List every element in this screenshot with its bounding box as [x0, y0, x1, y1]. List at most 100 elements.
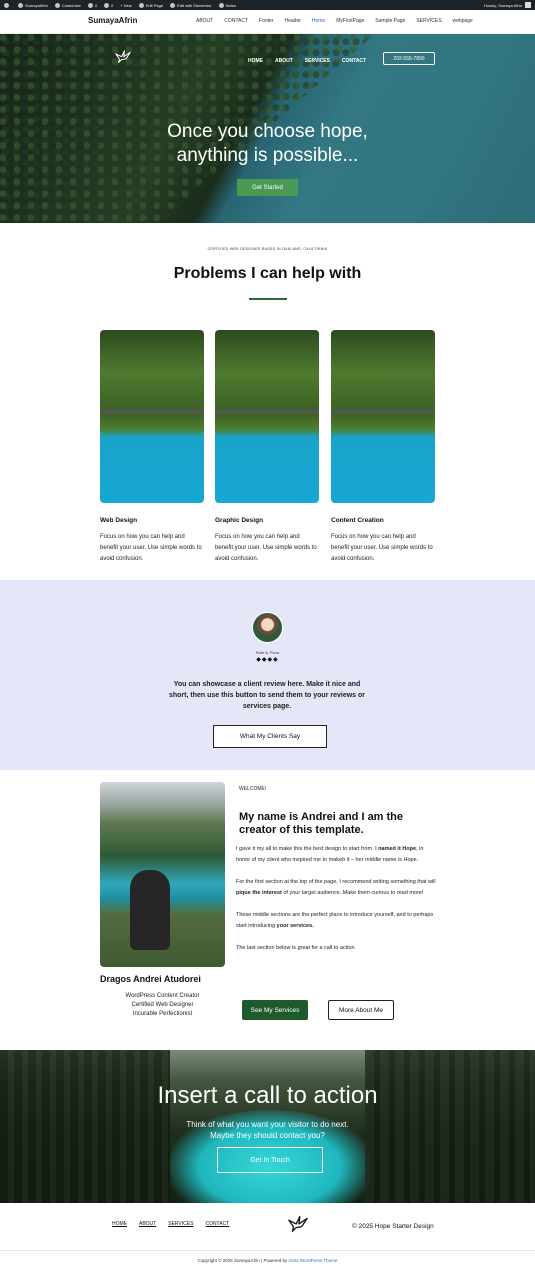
phone-button[interactable]: 202-555-7890 [383, 52, 435, 65]
rating-diamonds: ◆◆◆◆ [256, 657, 279, 663]
cta-title: Insert a call to action [157, 1082, 378, 1109]
admin-updates-count: 0 [94, 2, 98, 8]
avatar [525, 2, 531, 8]
aerial-forest-image [100, 330, 204, 503]
service-card-content-creation: Content Creation Focus on how you can he… [331, 330, 435, 565]
author-name: Dragos Andrei Atudorei [100, 974, 201, 984]
admin-bar: SumayaAfrin Customize 0 0 + New Edit Pag… [0, 0, 535, 10]
footer-link-contact[interactable]: CONTACT [205, 1221, 229, 1227]
what-my-clients-say-button[interactable]: What My Clients Say [213, 725, 327, 748]
admin-site-name[interactable]: SumayaAfrin [18, 2, 48, 8]
service-card-web-design: Web Design Focus on how you can help and… [100, 330, 204, 565]
site-title[interactable]: SumayaAfrin [88, 16, 137, 25]
welcome-label: WELCOME! [239, 786, 267, 792]
admin-edit-label: Edit Page [145, 2, 164, 8]
more-about-me-button[interactable]: More About Me [328, 1000, 394, 1020]
hero-nav-contact[interactable]: CONTACT [342, 58, 366, 64]
client-avatar [252, 612, 283, 643]
pencil-icon [138, 2, 144, 8]
role-1: WordPress Content Creator [125, 993, 200, 999]
hero-nav: HOME ABOUT SERVICES CONTACT [248, 58, 378, 64]
bottom-bar: Copyright © 2025 SumayaAfrin | Powered b… [0, 1258, 535, 1263]
site-footer: HOME ABOUT SERVICES CONTACT © 2025 Hope … [0, 1203, 535, 1251]
menu-item-webpage[interactable]: webpage [453, 18, 473, 24]
menu-item-header[interactable]: Header [284, 18, 300, 24]
site-header: SumayaAfrin ABOUT CONTACT Footer Header … [0, 10, 535, 34]
primary-menu: ABOUT CONTACT Footer Header Home MyFirst… [196, 18, 484, 24]
menu-item-myfirstpage[interactable]: MyFirstPage [336, 18, 364, 24]
comment-icon [104, 2, 110, 8]
admin-customize-label: Customize [61, 2, 81, 8]
notes-icon [218, 2, 224, 8]
about-heading: My name is Andrei and I am the creator o… [239, 811, 404, 836]
footer-link-about[interactable]: ABOUT [139, 1221, 156, 1227]
hero-title: Once you choose hope, anything is possib… [0, 120, 535, 168]
card-label: Content Creation [331, 517, 384, 524]
about-paragraph-2: For the first section at the top of the … [236, 879, 436, 896]
about-paragraph-3: These middle sections are the perfect pl… [236, 912, 434, 929]
card-description: Focus on how you can help and benefit yo… [100, 534, 202, 562]
footer-copyright: © 2025 Hope Starter Design [352, 1223, 434, 1230]
admin-new[interactable]: + New [120, 3, 131, 8]
client-name: Ruth A. Flora [255, 650, 280, 655]
about-paragraph-4: The last section below is great for a ca… [236, 945, 355, 951]
admin-edit-page[interactable]: Edit Page [138, 2, 164, 8]
admin-new-label: + New [120, 2, 132, 8]
admin-notes-label: Notes [225, 2, 237, 8]
menu-item-sample-page[interactable]: Sample Page [375, 18, 405, 24]
menu-item-footer[interactable]: Footer [259, 18, 273, 24]
get-in-touch-button[interactable]: Get In Touch [217, 1147, 323, 1173]
menu-item-services[interactable]: SERVICES [416, 18, 441, 24]
client-quote: You can showcase a client review here. M… [168, 681, 366, 710]
aerial-forest-image [331, 330, 435, 503]
elementor-icon [170, 2, 176, 8]
cta-sub-line1: Think of what you want your visitor to d… [186, 1120, 349, 1129]
hero-title-line2: anything is possible... [176, 145, 359, 166]
card-description: Focus on how you can help and benefit yo… [331, 534, 433, 562]
updates-icon [87, 2, 93, 8]
footer-link-home[interactable]: HOME [112, 1221, 127, 1227]
footer-nav: HOME ABOUT SERVICES CONTACT [112, 1221, 241, 1227]
admin-comments-count: 0 [111, 2, 114, 8]
wordpress-logo-icon[interactable] [4, 2, 11, 8]
menu-item-home[interactable]: Home [312, 18, 325, 24]
title-divider [249, 298, 287, 300]
menu-item-contact[interactable]: CONTACT [224, 18, 248, 24]
hero-nav-home[interactable]: HOME [248, 58, 263, 64]
get-started-button[interactable]: Get Started [237, 179, 298, 196]
hero-nav-about[interactable]: ABOUT [275, 58, 293, 64]
astra-theme-link[interactable]: Astra WordPress Theme [288, 1258, 337, 1263]
cta-section: Insert a call to action Think of what yo… [0, 1050, 535, 1203]
admin-site-label: SumayaAfrin [25, 2, 48, 8]
dove-logo-icon[interactable] [287, 1212, 309, 1234]
aerial-forest-image [215, 330, 319, 503]
admin-elementor[interactable]: Edit with Elementor [170, 2, 212, 8]
card-description: Focus on how you can help and benefit yo… [215, 534, 317, 562]
card-label: Graphic Design [215, 517, 264, 524]
cta-subtitle: Think of what you want your visitor to d… [0, 1119, 535, 1141]
hero-section: HOME ABOUT SERVICES CONTACT 202-555-7890… [0, 34, 535, 223]
dove-logo-icon[interactable] [114, 48, 132, 64]
admin-notes[interactable]: Notes [218, 2, 237, 8]
admin-customize[interactable]: Customize [54, 2, 81, 8]
admin-comments[interactable]: 0 [104, 2, 114, 8]
section-kicker: CERTIFIED WEB DESIGNER BASED IN OAKLAND,… [207, 247, 328, 251]
bottom-copyright: Copyright © 2025 SumayaAfrin | Powered b… [197, 1258, 289, 1263]
hero-nav-services[interactable]: SERVICES [305, 58, 330, 64]
howdy-text: Howdy, Sumaya Afrin [484, 2, 522, 8]
person-silhouette [130, 870, 170, 950]
admin-updates[interactable]: 0 [87, 2, 98, 8]
author-roles: WordPress Content Creator Certified Web … [100, 992, 225, 1019]
brush-icon [54, 2, 60, 8]
testimonial-section: Ruth A. Flora ◆◆◆◆ You can showcase a cl… [0, 580, 535, 770]
service-card-graphic-design: Graphic Design Focus on how you can help… [215, 330, 319, 565]
home-icon [18, 2, 23, 8]
footer-link-services[interactable]: SERVICES [168, 1221, 193, 1227]
see-my-services-button[interactable]: See My Services [242, 1000, 308, 1020]
admin-account[interactable]: Howdy, Sumaya Afrin [484, 2, 531, 8]
about-paragraph-1: I gave it my all to make this the best d… [236, 846, 424, 863]
hero-title-line1: Once you choose hope, [167, 121, 368, 142]
menu-item-about[interactable]: ABOUT [196, 18, 213, 24]
admin-elementor-label: Edit with Elementor [177, 2, 212, 8]
role-3: Incurable Perfectionist [132, 1011, 193, 1017]
